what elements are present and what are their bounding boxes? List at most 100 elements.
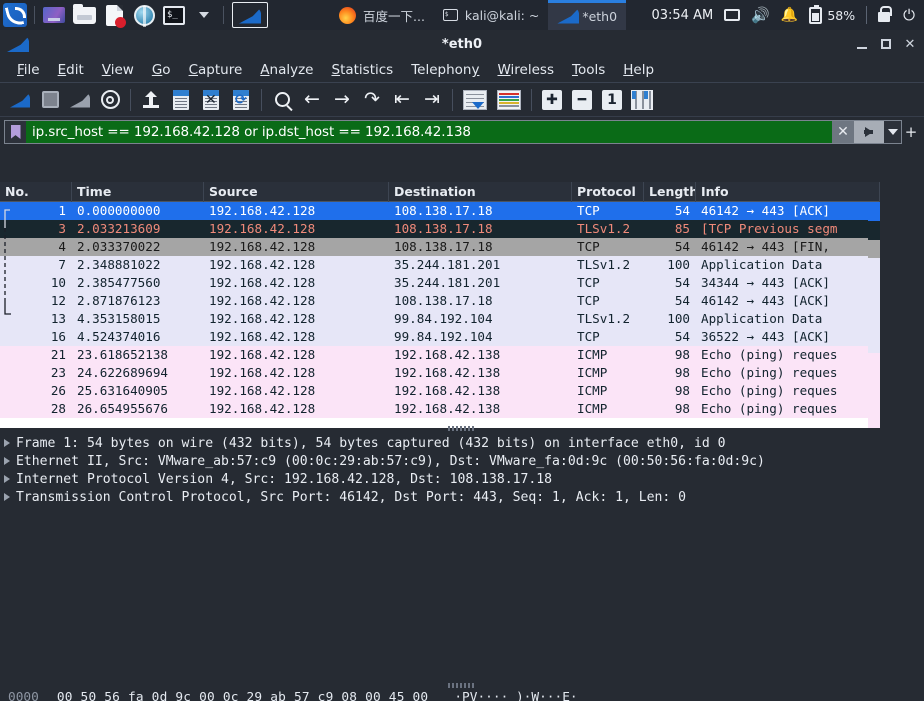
restart-capture-button[interactable] [66, 86, 94, 114]
packet-cell-time: 4.353158015 [77, 311, 161, 326]
launcher-more-button[interactable] [189, 0, 219, 30]
column-header-length[interactable]: Length [644, 182, 696, 202]
start-capture-button[interactable] [6, 86, 34, 114]
battery-indicator[interactable]: 58% [809, 4, 855, 24]
packet-row[interactable]: 10 2.385477560 192.168.42.128 35.244.181.20… [0, 274, 880, 292]
launcher-filemanager-button[interactable] [69, 0, 99, 30]
go-last-packet-button[interactable]: ⇥ [418, 86, 446, 114]
packet-list-scrollbar[interactable] [868, 202, 880, 428]
column-header-info[interactable]: Info [696, 182, 880, 202]
filter-history-dropdown-button[interactable] [884, 121, 901, 143]
launcher-terminal-button[interactable]: $_ [159, 0, 189, 30]
packet-cell-info: 46142 → 443 [ACK] [701, 203, 830, 218]
launcher-files-button[interactable] [39, 0, 69, 30]
expand-triangle-icon[interactable] [4, 457, 10, 465]
taskbar-item-wireshark[interactable]: *eth0 [548, 0, 627, 30]
packet-list-rows[interactable]: 1 0.000000000 192.168.42.128 108.138.17.18 T… [0, 202, 880, 418]
column-header-time[interactable]: Time [72, 182, 204, 202]
packet-cell-src: 192.168.42.128 [209, 203, 316, 218]
packet-row[interactable]: 13 4.353158015 192.168.42.128 99.84.192.104… [0, 310, 880, 328]
power-logout-icon[interactable]: ⏻ [903, 7, 915, 23]
launcher-browser-button[interactable] [129, 0, 159, 30]
window-titlebar[interactable]: *eth0 ✕ [0, 30, 924, 58]
window-maximize-button[interactable] [874, 31, 898, 57]
packet-details-pane[interactable]: Frame 1: 54 bytes on wire (432 bits), 54… [0, 426, 924, 685]
go-first-packet-button[interactable]: ⇤ [388, 86, 416, 114]
bell-icon[interactable]: 🔔 [781, 8, 798, 22]
detail-row[interactable]: Internet Protocol Version 4, Src: 192.16… [0, 470, 924, 488]
column-header-destination[interactable]: Destination [389, 182, 572, 202]
menu-analyze[interactable]: Analyze [251, 60, 322, 80]
launcher-document-button[interactable] [99, 0, 129, 30]
zoom-reset-button[interactable]: 1 [598, 86, 626, 114]
packet-bytes-pane[interactable]: 0000 00 50 56 fa 0d 9c 00 0c 29 ab 57 c9… [0, 683, 924, 701]
colorize-button[interactable] [493, 86, 525, 114]
close-file-button[interactable]: ✕ [197, 86, 225, 114]
find-packet-button[interactable] [268, 86, 296, 114]
auto-scroll-button[interactable] [459, 86, 491, 114]
packet-row[interactable]: 23 24.622689694 192.168.42.128 192.168.42.1… [0, 364, 880, 382]
filter-bookmark-button[interactable] [5, 121, 26, 143]
detail-row[interactable]: Ethernet II, Src: VMware_ab:57:c9 (00:0c… [0, 452, 924, 470]
menu-edit[interactable]: Edit [49, 60, 93, 80]
display-filter-input[interactable] [26, 121, 832, 143]
packet-cell-time: 26.654955676 [77, 401, 168, 416]
stop-capture-icon [41, 91, 59, 108]
column-header-source[interactable]: Source [204, 182, 389, 202]
save-file-button[interactable] [167, 86, 195, 114]
packet-row[interactable]: 3 2.033213609 192.168.42.128 108.138.17.18 T… [0, 220, 880, 238]
menu-file[interactable]: File [8, 60, 49, 80]
lock-icon[interactable] [878, 6, 893, 22]
expand-triangle-icon[interactable] [4, 439, 10, 447]
resize-columns-button[interactable] [628, 86, 656, 114]
menu-view[interactable]: View [93, 60, 143, 80]
column-header-protocol[interactable]: Protocol [572, 182, 644, 202]
window-minimize-button[interactable] [850, 31, 874, 57]
detail-row[interactable]: Transmission Control Protocol, Src Port:… [0, 488, 924, 506]
taskbar-item-firefox[interactable]: 百度一下... [330, 0, 434, 30]
packet-row[interactable]: 28 26.654955676 192.168.42.128 192.168.42.1… [0, 400, 880, 418]
pane-resize-grip[interactable] [448, 426, 476, 431]
monitor-icon[interactable] [724, 9, 741, 21]
column-header-no[interactable]: No. [0, 182, 72, 202]
clear-filter-button[interactable]: ✕ [832, 121, 854, 143]
packet-row[interactable]: 21 23.618652138 192.168.42.128 192.168.42.1… [0, 346, 880, 364]
packet-row[interactable]: 4 2.033370022 192.168.42.128 108.138.17.18 T… [0, 238, 880, 256]
menu-help[interactable]: Help [614, 60, 663, 80]
menu-tools[interactable]: Tools [563, 60, 614, 80]
packet-row[interactable]: 26 25.631640905 192.168.42.128 192.168.42.1… [0, 382, 880, 400]
go-back-button[interactable]: ← [298, 86, 326, 114]
packet-row[interactable]: 7 2.348881022 192.168.42.128 35.244.181.201… [0, 256, 880, 274]
add-filter-button[interactable]: + [902, 123, 920, 141]
packet-row[interactable]: 1 0.000000000 192.168.42.128 108.138.17.18 T… [0, 202, 880, 220]
expand-triangle-icon[interactable] [4, 493, 10, 501]
stop-capture-button[interactable] [36, 86, 64, 114]
menubar: File Edit View Go Capture Analyze Statis… [0, 58, 924, 83]
packet-list[interactable]: No. Time Source Destination Protocol Length In… [0, 182, 880, 428]
packet-row[interactable]: 16 4.524374016 192.168.42.128 99.84.192.104… [0, 328, 880, 346]
apply-filter-button[interactable] [854, 121, 884, 143]
menu-go[interactable]: Go [143, 60, 180, 80]
detail-row[interactable]: Frame 1: 54 bytes on wire (432 bits), 54… [0, 434, 924, 452]
panel-clock[interactable]: 03:54 AM [651, 8, 715, 23]
window-close-button[interactable]: ✕ [898, 31, 922, 57]
panel-active-window-button[interactable] [228, 0, 272, 30]
pane-resize-grip[interactable] [448, 683, 476, 688]
expand-triangle-icon[interactable] [4, 475, 10, 483]
menu-capture[interactable]: Capture [180, 60, 252, 80]
packet-row[interactable]: 12 2.871876123 192.168.42.128 108.138.17.18… [0, 292, 880, 310]
zoom-out-button[interactable]: ━ [568, 86, 596, 114]
menu-wireless[interactable]: Wireless [488, 60, 563, 80]
open-file-button[interactable] [137, 86, 165, 114]
speaker-icon[interactable]: 🔊 [751, 7, 770, 23]
go-forward-button[interactable]: → [328, 86, 356, 114]
reload-file-button[interactable]: ⟳ [227, 86, 255, 114]
kali-menu-button[interactable] [0, 0, 30, 30]
display-filter-container[interactable]: ✕ [4, 120, 902, 144]
menu-telephony[interactable]: Telephony [402, 60, 488, 80]
taskbar-item-terminal[interactable]: $ kali@kali: ~ [434, 0, 548, 30]
zoom-in-button[interactable]: ✚ [538, 86, 566, 114]
capture-options-button[interactable] [96, 86, 124, 114]
go-to-packet-button[interactable]: ↷ [358, 86, 386, 114]
menu-statistics[interactable]: Statistics [322, 60, 402, 80]
